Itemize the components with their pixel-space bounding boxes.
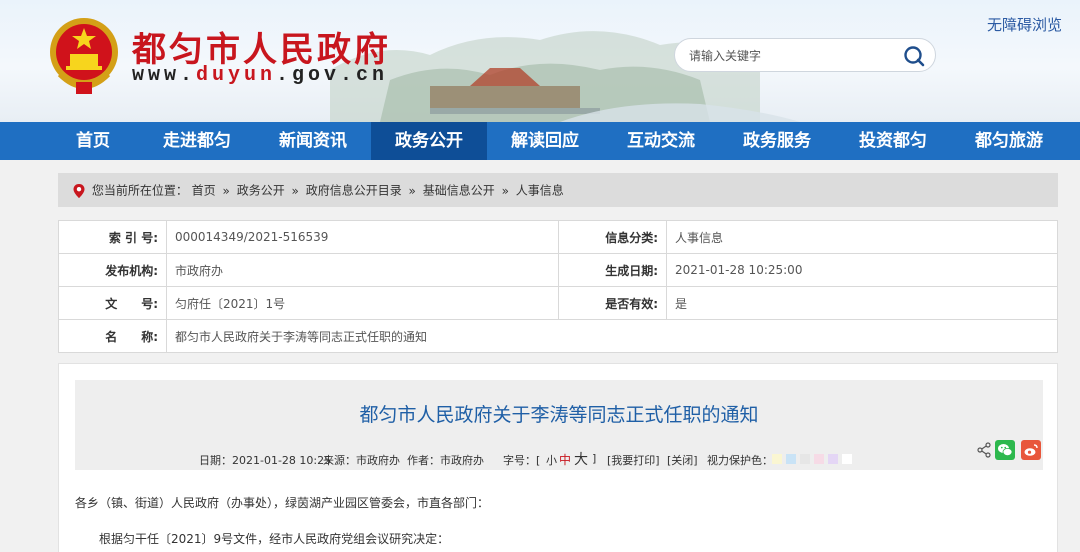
share-icon[interactable]: [977, 442, 991, 458]
breadcrumb-gov-affairs[interactable]: 政务公开: [237, 184, 285, 198]
eye-color-swatch[interactable]: [842, 454, 852, 464]
nav-item-services[interactable]: 政务服务: [719, 122, 835, 160]
site-header: 都匀市人民政府 www.duyun.gov.cn 无障碍浏览: [0, 0, 1080, 122]
meta-source: 来源：市政府办: [323, 454, 400, 467]
breadcrumb-separator: »: [408, 183, 416, 198]
table-row: 文 号: 匀府任〔2021〕1号 是否有效: 是: [58, 286, 1058, 320]
nav-item-about[interactable]: 走进都匀: [139, 122, 255, 160]
nav-item-interpret[interactable]: 解读回应: [487, 122, 603, 160]
eye-color-swatch[interactable]: [800, 454, 810, 464]
table-row: 名 称: 都匀市人民政府关于李涛等同志正式任职的通知: [58, 319, 1058, 353]
location-pin-icon: [73, 183, 85, 198]
breadcrumb-separator: »: [222, 183, 230, 198]
font-size-large-button[interactable]: 大: [574, 449, 588, 469]
index-value: 000014349/2021-516539: [166, 220, 559, 254]
site-url-prefix: www.: [132, 64, 197, 87]
table-row: 发布机构: 市政府办 生成日期: 2021-01-28 10:25:00: [58, 253, 1058, 287]
nav-item-interact[interactable]: 互动交流: [603, 122, 719, 160]
font-size-close: ]: [592, 452, 597, 465]
breadcrumb-basic-info[interactable]: 基础信息公开: [423, 184, 495, 198]
name-value: 都匀市人民政府关于李涛等同志正式任职的通知: [166, 319, 1058, 353]
publisher-label: 发布机构:: [58, 253, 167, 287]
nav-item-gov-affairs[interactable]: 政务公开: [371, 122, 487, 160]
nav-item-invest[interactable]: 投资都匀: [835, 122, 951, 160]
nav-item-home[interactable]: 首页: [35, 122, 151, 160]
search-icon[interactable]: [901, 43, 927, 69]
font-size-small-button[interactable]: 小: [546, 452, 557, 468]
valid-value: 是: [666, 286, 1058, 320]
search-input[interactable]: [689, 45, 889, 67]
nav-item-tourism[interactable]: 都匀旅游: [951, 122, 1067, 160]
meta-date: 日期：2021-01-28 10:25: [199, 454, 332, 467]
site-url-suffix: .gov.cn: [276, 64, 389, 87]
wechat-share-icon[interactable]: [995, 440, 1015, 460]
date-label: 生成日期:: [558, 253, 667, 287]
nav-item-news[interactable]: 新闻资讯: [255, 122, 371, 160]
index-label: 索 引 号:: [58, 220, 167, 254]
accessibility-link[interactable]: 无障碍浏览: [987, 14, 1062, 35]
article-paragraph: 根据匀干任〔2021〕9号文件，经市人民政府党组会议研究决定：: [99, 532, 450, 546]
print-button[interactable]: [我要打印]: [607, 452, 660, 468]
breadcrumb: 您当前所在位置： 首页 » 政务公开 » 政府信息公开目录 » 基础信息公开 »…: [58, 173, 1058, 207]
eye-color-swatch[interactable]: [772, 454, 782, 464]
breadcrumb-catalog[interactable]: 政府信息公开目录: [306, 184, 402, 198]
article-title: 都匀市人民政府关于李涛等同志正式任职的通知: [359, 404, 759, 426]
breadcrumb-separator: »: [291, 183, 299, 198]
document-info-table: 索 引 号: 000014349/2021-516539 信息分类: 人事信息 …: [58, 220, 1058, 353]
national-emblem-icon: [50, 18, 118, 94]
eye-protect-label: 视力保护色：: [707, 454, 773, 467]
search-box: [674, 38, 936, 72]
font-size-label: 字号：[: [503, 454, 541, 467]
table-row: 索 引 号: 000014349/2021-516539 信息分类: 人事信息: [58, 220, 1058, 254]
article-salutation: 各乡（镇、街道）人民政府（办事处），绿茵湖产业园区管委会，市直各部门：: [75, 496, 490, 510]
eye-color-swatch[interactable]: [828, 454, 838, 464]
breadcrumb-home[interactable]: 首页: [192, 184, 216, 198]
breadcrumb-prefix: 您当前所在位置：: [91, 183, 188, 198]
valid-label: 是否有效:: [558, 286, 667, 320]
category-value: 人事信息: [666, 220, 1058, 254]
date-value: 2021-01-28 10:25:00: [666, 253, 1058, 287]
breadcrumb-separator: »: [501, 183, 509, 198]
eye-color-swatch[interactable]: [814, 454, 824, 464]
category-label: 信息分类:: [558, 220, 667, 254]
name-label: 名 称:: [58, 319, 167, 353]
close-button[interactable]: [关闭]: [667, 452, 698, 468]
font-size-medium-button[interactable]: 中: [559, 451, 571, 468]
doc-number-label: 文 号:: [58, 286, 167, 320]
site-url: www.duyun.gov.cn: [132, 64, 388, 87]
breadcrumb-personnel[interactable]: 人事信息: [516, 184, 564, 198]
doc-number-value: 匀府任〔2021〕1号: [166, 286, 559, 320]
main-nav: 首页 走进都匀 新闻资讯 政务公开 解读回应 互动交流 政务服务 投资都匀 都匀…: [0, 122, 1080, 160]
meta-author: 作者：市政府办: [407, 454, 484, 467]
weibo-share-icon[interactable]: [1021, 440, 1041, 460]
publisher-value: 市政府办: [166, 253, 559, 287]
eye-color-swatch[interactable]: [786, 454, 796, 464]
article-panel: 都匀市人民政府关于李涛等同志正式任职的通知 日期：2021-01-28 10:2…: [58, 363, 1058, 552]
site-url-highlight: duyun: [196, 64, 277, 87]
article-header: 都匀市人民政府关于李涛等同志正式任职的通知 日期：2021-01-28 10:2…: [75, 380, 1043, 470]
